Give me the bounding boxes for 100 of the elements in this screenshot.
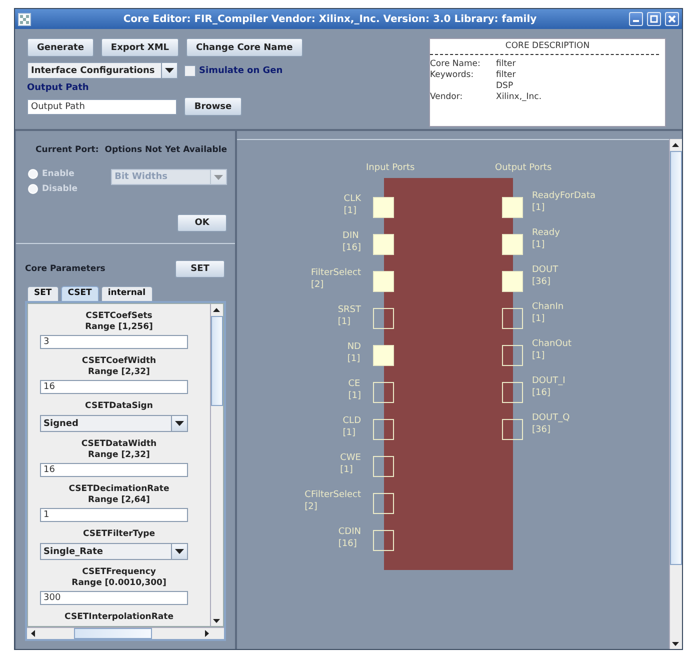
configuration-dropdown[interactable]: Interface Configurations bbox=[27, 62, 178, 79]
port-square[interactable] bbox=[373, 493, 394, 514]
radio-label: Disable bbox=[42, 184, 78, 194]
dropdown-arrow-icon bbox=[174, 421, 184, 426]
scrollbar-thumb[interactable] bbox=[74, 628, 152, 639]
description-title: CORE DESCRIPTION bbox=[504, 41, 591, 51]
range-label: Range [2,32] bbox=[88, 450, 150, 461]
parameter-label: CSETFilterType bbox=[83, 529, 155, 540]
port-width: [1] bbox=[532, 239, 545, 251]
maximize-button[interactable] bbox=[647, 12, 661, 26]
dropdown-arrow-icon bbox=[165, 68, 174, 73]
parameter-label: CSETInterpolationRate bbox=[64, 612, 174, 623]
output-ports-title: Output Ports bbox=[495, 162, 552, 174]
radio-label: Enable bbox=[42, 169, 74, 179]
port-width: [1] bbox=[338, 316, 351, 328]
port-square[interactable] bbox=[373, 419, 394, 440]
dropdown-arrow-icon bbox=[174, 549, 184, 554]
parameter-field[interactable]: 3 bbox=[40, 335, 188, 349]
port-square[interactable] bbox=[502, 308, 523, 329]
ok-button[interactable]: OK bbox=[177, 214, 227, 232]
scrollbar-thumb[interactable] bbox=[670, 151, 682, 565]
description-value: DSP bbox=[496, 81, 514, 92]
port-width: [16] bbox=[338, 538, 357, 550]
change-core-name-button[interactable]: Change Core Name bbox=[186, 38, 303, 57]
close-button[interactable] bbox=[665, 12, 679, 26]
range-label: Range [2,32] bbox=[88, 367, 150, 378]
description-key: Vendor: bbox=[430, 92, 463, 103]
port-name: DOUT_Q bbox=[532, 412, 570, 424]
port-width: [1] bbox=[344, 205, 357, 217]
port-name: ReadyForData bbox=[532, 190, 596, 202]
port-square[interactable] bbox=[502, 345, 523, 366]
port-square[interactable] bbox=[373, 530, 394, 551]
minimize-button[interactable] bbox=[629, 12, 643, 26]
port-width: [1] bbox=[347, 353, 360, 365]
port-width: [1] bbox=[532, 350, 545, 362]
port-width: [2] bbox=[310, 279, 324, 291]
port-width: [16] bbox=[532, 387, 550, 399]
scrollbar-thumb[interactable] bbox=[211, 316, 223, 406]
tab[interactable]: SET bbox=[27, 286, 59, 301]
port-name: SRST bbox=[338, 304, 361, 316]
port-name: CE bbox=[348, 378, 360, 390]
parameter-label: CSETDecimationRate bbox=[68, 484, 170, 495]
port-square[interactable] bbox=[502, 419, 523, 440]
port-width: [2] bbox=[304, 501, 318, 513]
window-title: Core Editor: FIR_Compiler Vendor: Xilinx,_Inc. Version: 3.0 Library: family bbox=[122, 14, 538, 24]
export-xml-button[interactable]: Export XML bbox=[100, 38, 180, 57]
range-label: Range [0.0010,300] bbox=[72, 578, 166, 589]
port-name: CLD bbox=[342, 415, 361, 427]
port-name: FilterSelect bbox=[310, 267, 361, 279]
port-name: Ready bbox=[532, 227, 560, 239]
port-name: ChanIn bbox=[532, 301, 564, 313]
tab[interactable]: CSET bbox=[60, 286, 99, 301]
tab[interactable]: internal bbox=[100, 286, 153, 301]
description-key: Core Name: bbox=[430, 59, 480, 70]
parameter-label: CSETCoefWidth bbox=[82, 356, 156, 367]
port-name: CLK bbox=[344, 193, 361, 205]
port-name: DOUT_I bbox=[532, 375, 566, 387]
port-name: ND bbox=[347, 341, 361, 353]
current-port-value: Options Not Yet Available bbox=[104, 144, 227, 156]
port-square[interactable] bbox=[373, 382, 394, 403]
port-name: DIN bbox=[342, 230, 359, 242]
dropdown-arrow-icon bbox=[214, 174, 223, 180]
app-icon[interactable] bbox=[18, 12, 31, 26]
parameter-dropdown[interactable]: Single_Rate bbox=[40, 543, 188, 560]
parameter-label: CSETCoefSets bbox=[86, 311, 152, 322]
description-key: Keywords: bbox=[430, 70, 474, 92]
port-width: [1] bbox=[340, 464, 353, 476]
browse-button[interactable]: Browse bbox=[184, 97, 242, 116]
port-square[interactable] bbox=[502, 382, 523, 403]
range-label: Range [1,256] bbox=[85, 322, 153, 333]
core-parameters-label: Core Parameters bbox=[25, 263, 106, 275]
close-icon bbox=[667, 14, 677, 24]
parameter-field[interactable]: 1 bbox=[40, 508, 188, 522]
port-width: [16] bbox=[342, 242, 361, 254]
port-width: [36] bbox=[532, 276, 550, 288]
generate-button[interactable]: Generate bbox=[27, 38, 94, 57]
output-path-field[interactable]: Output Path bbox=[27, 98, 177, 114]
set-button[interactable]: SET bbox=[175, 260, 225, 278]
port-width: [1] bbox=[532, 202, 545, 214]
port-name: DOUT bbox=[532, 264, 558, 276]
description-value: filter bbox=[496, 59, 516, 70]
port-name: CWE bbox=[340, 452, 361, 464]
maximize-icon bbox=[649, 14, 659, 24]
parameter-label: CSETDataSign bbox=[85, 401, 153, 412]
description-value: filter bbox=[496, 70, 516, 81]
port-width: [36] bbox=[532, 424, 550, 436]
parameter-dropdown[interactable]: Signed bbox=[40, 415, 188, 432]
port-width: [1] bbox=[532, 313, 545, 325]
parameter-field[interactable]: 16 bbox=[40, 463, 188, 477]
input-ports-title: Input Ports bbox=[366, 162, 415, 174]
parameter-label: CSETFrequency bbox=[82, 567, 156, 578]
range-label: Range [2,64] bbox=[88, 495, 150, 506]
port-width: [1] bbox=[348, 390, 361, 402]
parameter-field[interactable]: 16 bbox=[40, 380, 188, 394]
parameter-label: CSETDataWidth bbox=[81, 439, 157, 450]
port-square[interactable] bbox=[373, 456, 394, 477]
current-port-label: Current Port: bbox=[36, 144, 99, 156]
port-square[interactable] bbox=[373, 308, 394, 329]
parameter-field[interactable]: 300 bbox=[40, 591, 188, 605]
checkbox[interactable] bbox=[184, 64, 196, 76]
